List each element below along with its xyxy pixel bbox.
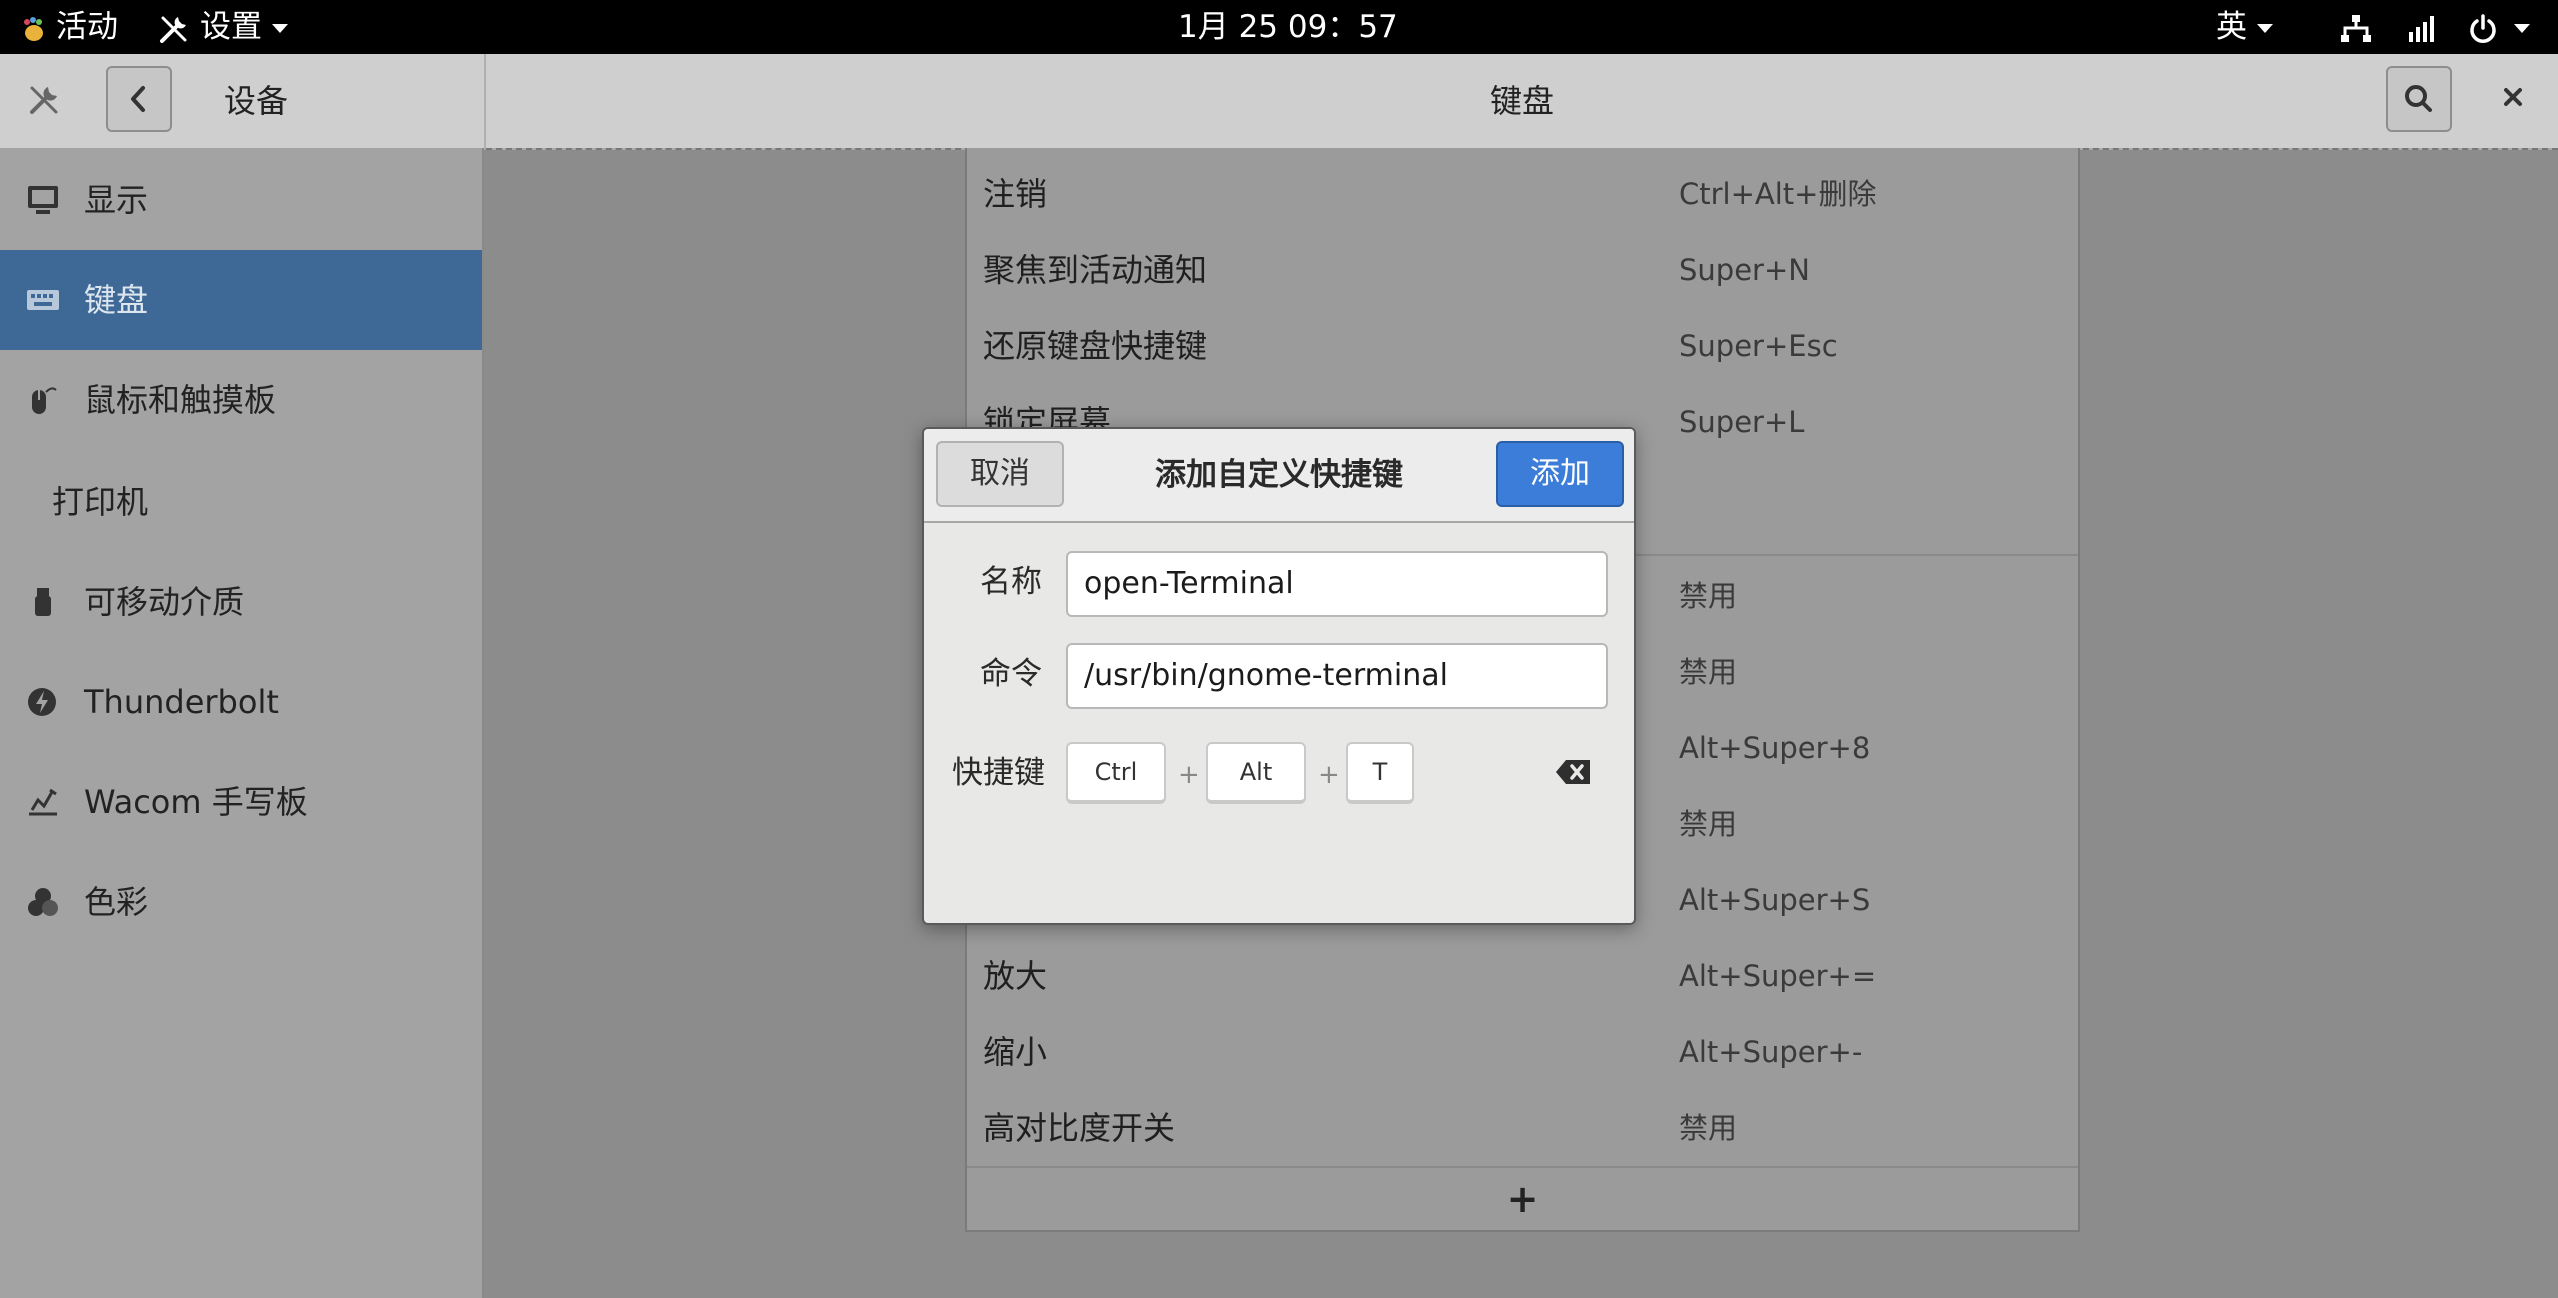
shortcut-name: 还原键盘快捷键 [983,327,1208,365]
sidebar: 显示 键盘 鼠标和触摸板 打印机 可移动介质 Thunderbolt Wacom… [0,148,484,1298]
shortcut-keys: 禁用 [1679,1111,1738,1145]
shortcut-name: 缩小 [983,1033,1048,1071]
settings-tools-icon [30,86,58,114]
dialog-title: 添加自定义快捷键 [1155,457,1403,493]
activities-label: 活动 [56,9,118,45]
shortcut-keys: Super+L [1679,405,1805,439]
sidebar-item-label: 键盘 [84,281,149,319]
keyboard-icon [27,290,59,310]
shortcut-keys: Alt+Super+S [1679,883,1871,917]
thunderbolt-icon [28,688,56,716]
chevron-down-icon [2513,24,2530,33]
search-icon [2405,85,2432,112]
system-menu[interactable] [2340,0,2530,54]
sidebar-item-label: 打印机 [52,483,149,521]
input-method-label: 英 [2216,9,2247,45]
shortcut-keys: 禁用 [1679,807,1738,841]
color-icon [28,888,58,916]
header-bar: 设备 键盘 [0,54,2558,150]
shortcut-row[interactable]: 缩小 Alt+Super+- [967,1014,2078,1090]
shortcut-row[interactable]: 放大 Alt+Super+= [967,938,2078,1014]
shortcut-name: 注销 [983,175,1048,213]
input-method-menu[interactable]: 英 [2216,0,2273,54]
shortcut-keys: Alt+Super+- [1679,1035,1863,1069]
top-bar: 活动 设置 1月 25 09：57 英 [0,0,2558,54]
shortcut-keys: Ctrl+Alt+删除 [1679,177,1877,211]
usb-drive-icon [35,588,51,616]
search-button[interactable] [2386,66,2452,132]
key-alt: Alt [1206,742,1306,804]
tools-icon [160,16,187,43]
sidebar-item-label: 可移动介质 [84,583,245,621]
key-t: T [1346,742,1414,804]
sidebar-item-keyboard[interactable]: 键盘 [0,250,482,350]
shortcut-keys: 禁用 [1679,579,1738,613]
clock[interactable]: 1月 25 09：57 [1178,0,1398,54]
gnome-foot-icon [24,16,43,41]
command-field[interactable]: /usr/bin/gnome-terminal [1066,643,1608,709]
shortcut-row[interactable]: 还原键盘快捷键 Super+Esc [967,308,2078,384]
sidebar-item-color[interactable]: 色彩 [0,852,482,952]
backspace-icon [1556,760,1590,784]
shortcut-name: 放大 [983,957,1048,995]
name-field[interactable]: open-Terminal [1066,551,1608,617]
back-button[interactable] [106,66,172,132]
close-icon [2504,88,2522,106]
shortcut-row[interactable]: 聚焦到活动通知 Super+N [967,232,2078,308]
key-separator: + [1318,760,1340,790]
power-icon [2469,13,2496,43]
chevron-left-icon [131,86,145,112]
sidebar-item-label: 色彩 [84,883,149,921]
activities-button[interactable]: 活动 [22,0,118,54]
clear-shortcut-button[interactable] [1554,756,1594,788]
chevron-down-icon [2257,24,2273,33]
sidebar-item-label: 鼠标和触摸板 [84,381,277,419]
name-label: 名称 [980,564,1042,600]
add-button[interactable]: 添加 [1496,441,1624,507]
sidebar-item-mouse[interactable]: 鼠标和触摸板 [0,350,482,450]
key-separator: + [1178,760,1200,790]
sidebar-item-removable-media[interactable]: 可移动介质 [0,552,482,652]
sidebar-item-label: Wacom 手写板 [84,783,308,821]
sidebar-item-printers[interactable]: 打印机 [0,452,482,552]
chevron-down-icon [272,24,288,33]
shortcut-keys: Alt+Super+= [1679,959,1877,993]
sidebar-item-wacom[interactable]: Wacom 手写板 [0,752,482,852]
app-menu-label: 设置 [200,9,262,45]
sidebar-item-label: 显示 [84,181,149,219]
command-label: 命令 [980,656,1042,692]
dialog-header: 取消 添加自定义快捷键 添加 [924,429,1634,523]
network-wired-icon [2341,14,2371,42]
shortcut-row[interactable]: 注销 Ctrl+Alt+删除 [967,156,2078,232]
key-ctrl: Ctrl [1066,742,1166,804]
page-title: 键盘 [1490,82,1555,120]
shortcut-label: 快捷键 [952,755,1045,791]
add-custom-shortcut-dialog: 取消 添加自定义快捷键 添加 名称 open-Terminal 命令 /usr/… [922,427,1636,925]
shortcut-keys: Alt+Super+8 [1679,731,1871,765]
section-title: 设备 [224,82,289,120]
shortcut-row[interactable]: 高对比度开关 禁用 [967,1090,2078,1166]
shortcut-name: 高对比度开关 [983,1109,1176,1147]
shortcut-keys: Super+N [1679,253,1810,287]
display-icon [28,186,58,214]
sidebar-item-label: Thunderbolt [84,683,279,721]
sidebar-item-thunderbolt[interactable]: Thunderbolt [0,652,482,752]
close-button[interactable] [2490,74,2536,120]
shortcut-keys: Super+Esc [1679,329,1838,363]
mouse-icon [32,387,57,414]
add-shortcut-button[interactable]: + [967,1166,2078,1232]
header-divider [484,54,486,148]
volume-icon [2408,15,2434,42]
tablet-icon [29,788,57,816]
app-menu[interactable]: 设置 [158,0,288,54]
sidebar-item-display[interactable]: 显示 [0,150,482,250]
shortcut-keys: 禁用 [1679,655,1738,689]
shortcut-name: 聚焦到活动通知 [983,251,1208,289]
cancel-button[interactable]: 取消 [936,441,1064,507]
